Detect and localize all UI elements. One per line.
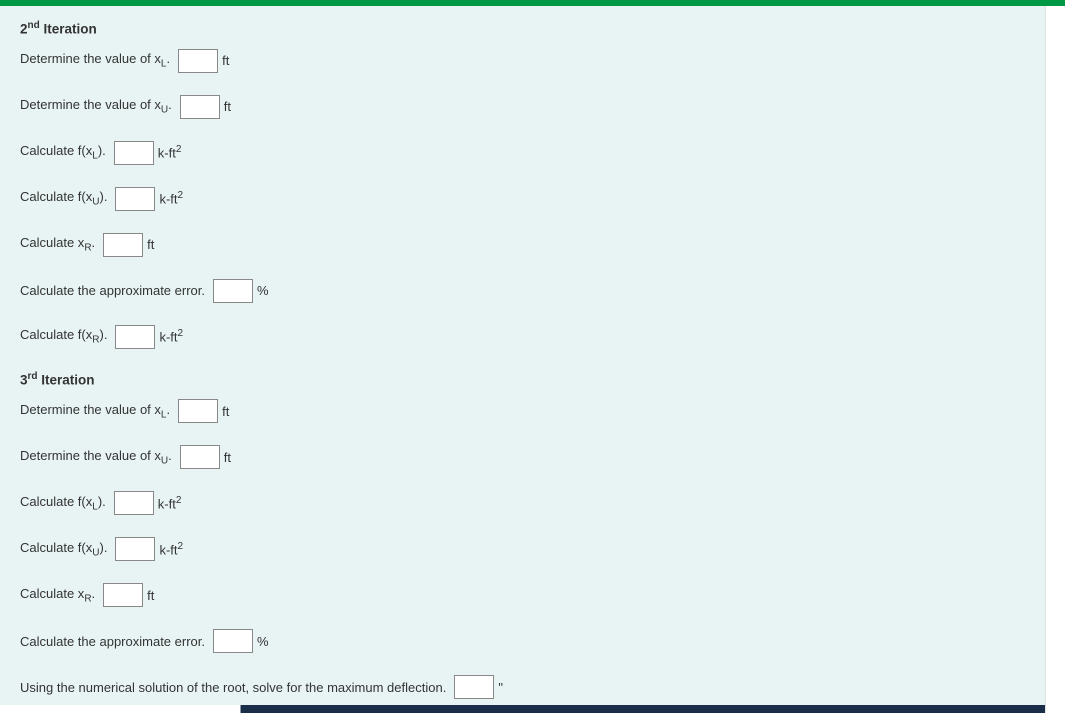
iter2-xu-row: Determine the value of xU. ft bbox=[20, 95, 1025, 119]
iter3-xu-unit: ft bbox=[224, 450, 231, 465]
iter3-fxu-input[interactable] bbox=[115, 537, 155, 561]
iter3-xl-input[interactable] bbox=[178, 399, 218, 423]
iter3-xu-label: Determine the value of xU. bbox=[20, 448, 172, 467]
iter3-fxl-input[interactable] bbox=[114, 491, 154, 515]
heading-suffix: Iteration bbox=[40, 22, 97, 37]
iter2-fxl-label: Calculate f(xL). bbox=[20, 143, 106, 162]
iteration-2-heading: 2nd Iteration bbox=[20, 20, 1025, 37]
iter3-fxl-label: Calculate f(xL). bbox=[20, 494, 106, 513]
iter2-xr-input[interactable] bbox=[103, 233, 143, 257]
iter2-xl-input[interactable] bbox=[178, 49, 218, 73]
iter3-xr-label: Calculate xR. bbox=[20, 586, 95, 605]
iter2-xu-input[interactable] bbox=[180, 95, 220, 119]
final-unit: " bbox=[498, 680, 503, 695]
iter2-fxu-label: Calculate f(xU). bbox=[20, 189, 107, 208]
iter2-fxr-input[interactable] bbox=[115, 325, 155, 349]
heading-num: 2 bbox=[20, 22, 28, 37]
iter3-err-row: Calculate the approximate error. % bbox=[20, 629, 1025, 653]
iter2-xr-unit: ft bbox=[147, 237, 154, 252]
iter3-fxu-row: Calculate f(xU). k-ft2 bbox=[20, 537, 1025, 561]
iter2-xu-unit: ft bbox=[224, 99, 231, 114]
iter2-xu-label: Determine the value of xU. bbox=[20, 97, 172, 116]
main-panel: 2nd Iteration Determine the value of xL.… bbox=[0, 6, 1045, 713]
iter3-xu-row: Determine the value of xU. ft bbox=[20, 445, 1025, 469]
iter3-xr-unit: ft bbox=[147, 588, 154, 603]
final-input[interactable] bbox=[454, 675, 494, 699]
iter2-xr-row: Calculate xR. ft bbox=[20, 233, 1025, 257]
iter2-err-row: Calculate the approximate error. % bbox=[20, 279, 1025, 303]
iter2-fxr-unit: k-ft2 bbox=[159, 328, 183, 344]
iter2-fxr-label: Calculate f(xR). bbox=[20, 327, 107, 346]
iter2-err-label: Calculate the approximate error. bbox=[20, 283, 205, 298]
iter2-xl-unit: ft bbox=[222, 53, 229, 68]
heading-num: 3 bbox=[20, 372, 28, 387]
iter3-xu-input[interactable] bbox=[180, 445, 220, 469]
iter3-fxu-label: Calculate f(xU). bbox=[20, 540, 107, 559]
iter3-xr-row: Calculate xR. ft bbox=[20, 583, 1025, 607]
iter2-fxu-row: Calculate f(xU). k-ft2 bbox=[20, 187, 1025, 211]
iter2-xl-row: Determine the value of xL. ft bbox=[20, 49, 1025, 73]
iter3-err-label: Calculate the approximate error. bbox=[20, 634, 205, 649]
iter2-fxl-unit: k-ft2 bbox=[158, 144, 182, 160]
iter3-xl-row: Determine the value of xL. ft bbox=[20, 399, 1025, 423]
iter3-xl-label: Determine the value of xL. bbox=[20, 402, 170, 421]
iter2-fxu-unit: k-ft2 bbox=[159, 190, 183, 206]
page-wrap: 2nd Iteration Determine the value of xL.… bbox=[0, 6, 1065, 713]
iter2-fxl-row: Calculate f(xL). k-ft2 bbox=[20, 141, 1025, 165]
iter2-fxu-input[interactable] bbox=[115, 187, 155, 211]
right-panel bbox=[1045, 6, 1065, 713]
iter2-xr-label: Calculate xR. bbox=[20, 235, 95, 254]
final-label: Using the numerical solution of the root… bbox=[20, 680, 446, 695]
iter3-fxu-unit: k-ft2 bbox=[159, 541, 183, 557]
iter2-err-unit: % bbox=[257, 283, 269, 298]
iter2-xl-label: Determine the value of xL. bbox=[20, 51, 170, 70]
iter3-err-unit: % bbox=[257, 634, 269, 649]
iter2-fxr-row: Calculate f(xR). k-ft2 bbox=[20, 325, 1025, 349]
bottom-bar bbox=[0, 705, 1045, 713]
iter3-xr-input[interactable] bbox=[103, 583, 143, 607]
heading-suffix: Iteration bbox=[38, 372, 95, 387]
iter3-xl-unit: ft bbox=[222, 404, 229, 419]
iter3-fxl-unit: k-ft2 bbox=[158, 495, 182, 511]
heading-ord: nd bbox=[28, 20, 40, 31]
iter2-err-input[interactable] bbox=[213, 279, 253, 303]
iter3-err-input[interactable] bbox=[213, 629, 253, 653]
heading-ord: rd bbox=[28, 371, 38, 382]
iter3-fxl-row: Calculate f(xL). k-ft2 bbox=[20, 491, 1025, 515]
iteration-3-heading: 3rd Iteration bbox=[20, 371, 1025, 388]
iter2-fxl-input[interactable] bbox=[114, 141, 154, 165]
final-row: Using the numerical solution of the root… bbox=[20, 675, 1025, 699]
